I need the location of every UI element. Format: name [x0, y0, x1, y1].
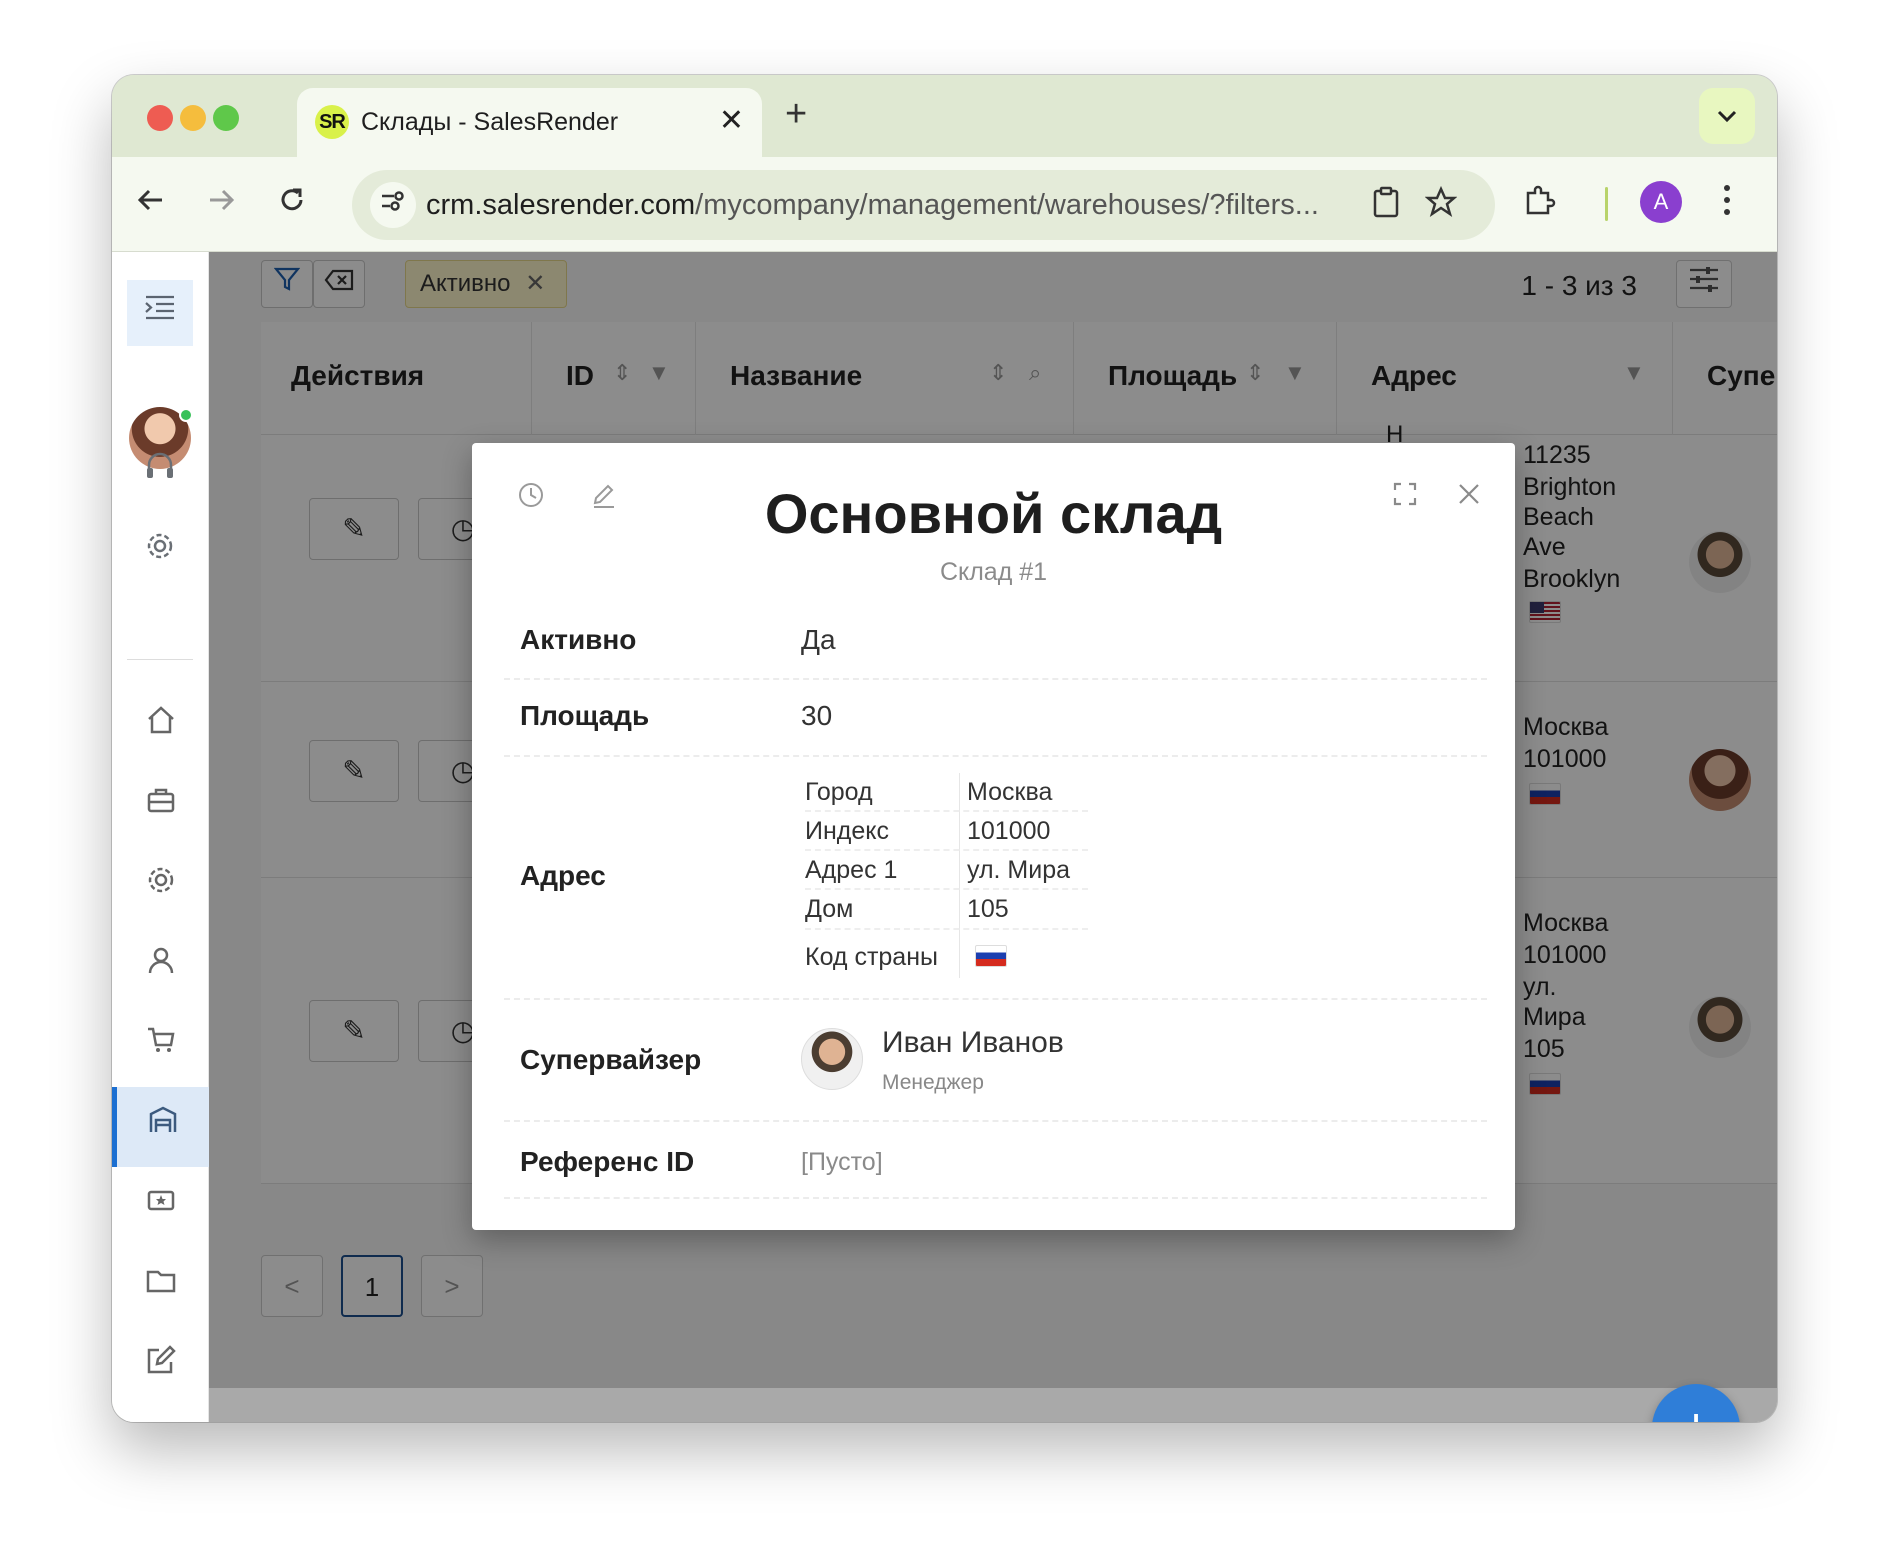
- field-divider: [504, 678, 1487, 680]
- new-tab-button[interactable]: +: [785, 93, 807, 136]
- chevron-down-icon: [1717, 110, 1737, 123]
- back-arrow-icon: [137, 189, 162, 211]
- area-label: Площадь: [520, 700, 650, 731]
- field-divider: [504, 1197, 1487, 1199]
- address-divider: [805, 928, 1088, 930]
- address-bar[interactable]: crm.salesrender.com/mycompany/management…: [352, 170, 1495, 240]
- minimize-window-button[interactable]: [180, 105, 206, 131]
- note-icon: [147, 1345, 176, 1374]
- url-path: /mycompany/management/warehouses/?filter…: [695, 189, 1319, 221]
- address-key-city: Город: [805, 778, 873, 806]
- address-value-line1: ул. Мира: [967, 856, 1071, 884]
- browser-menu-icon[interactable]: [1722, 183, 1732, 225]
- active-label: Активно: [520, 624, 637, 655]
- modal-title: Основной склад: [764, 482, 1223, 545]
- browser-toolbar: crm.salesrender.com/mycompany/management…: [112, 157, 1777, 252]
- sidebar-item-users[interactable]: [112, 927, 209, 1007]
- sidebar-item-settings[interactable]: [112, 847, 209, 927]
- toolbar-separator: [1605, 187, 1608, 221]
- tab-search-button[interactable]: [1699, 88, 1755, 144]
- area-value: 30: [801, 700, 833, 731]
- sidebar-item-notes[interactable]: [112, 1327, 209, 1407]
- address-divider: [805, 849, 1088, 851]
- address-divider: [805, 810, 1088, 812]
- sidebar-item-promotions[interactable]: [112, 1167, 209, 1247]
- background-pattern-strip: [209, 1388, 1777, 1422]
- maximize-window-button[interactable]: [213, 105, 239, 131]
- active-value: Да: [801, 624, 836, 655]
- field-divider: [504, 998, 1487, 1000]
- settings-gear-icon: [148, 867, 173, 893]
- tab-strip: SR Склады - SalesRender ✕ +: [112, 75, 1777, 157]
- online-status-dot: [179, 408, 193, 422]
- salesrender-logo-icon: SR: [315, 105, 349, 139]
- sidebar-item-files[interactable]: [112, 1247, 209, 1327]
- sidebar-item-orders[interactable]: [112, 767, 209, 847]
- browser-tab[interactable]: SR Склады - SalesRender ✕: [297, 88, 762, 157]
- briefcase-icon: [147, 788, 174, 813]
- folder-icon: [146, 1270, 175, 1293]
- address-divider: [805, 888, 1088, 890]
- app-sidebar: [112, 252, 209, 1422]
- address-value-city: Москва: [967, 778, 1053, 806]
- sidebar-item-products[interactable]: [112, 1007, 209, 1087]
- profile-avatar[interactable]: A: [1640, 181, 1682, 223]
- reload-icon: [281, 188, 303, 211]
- address-key-house: Дом: [805, 895, 854, 923]
- extensions-icon[interactable]: [1522, 183, 1556, 225]
- site-settings-icon[interactable]: [370, 182, 416, 228]
- url-text: crm.salesrender.com/mycompany/management…: [426, 189, 1319, 222]
- expand-icon[interactable]: [1392, 481, 1418, 514]
- url-host: crm.salesrender.com: [426, 189, 696, 221]
- back-button[interactable]: [126, 179, 176, 229]
- forward-button[interactable]: [196, 179, 246, 229]
- sidebar-item-warehouses[interactable]: [112, 1087, 209, 1167]
- sidebar-item-home[interactable]: [112, 687, 209, 767]
- support-button[interactable]: [127, 440, 193, 506]
- ticket-icon: [147, 1190, 174, 1211]
- reload-button[interactable]: [267, 179, 317, 229]
- menu-toggle-button[interactable]: [127, 280, 193, 346]
- supervisor-avatar[interactable]: [801, 1028, 863, 1090]
- close-window-button[interactable]: [147, 105, 173, 131]
- home-icon: [147, 706, 174, 734]
- field-divider: [504, 755, 1487, 757]
- clipboard-icon[interactable]: [1372, 186, 1400, 226]
- close-icon[interactable]: [1456, 481, 1482, 514]
- warehouse-icon: [149, 1106, 177, 1132]
- address-value-zip: 101000: [967, 817, 1051, 845]
- screen: SR Склады - SalesRender ✕ + crm.salesren…: [0, 0, 1884, 1566]
- address-key-line1: Адрес 1: [805, 856, 898, 884]
- warehouse-details-modal: Основной склад Склад #1 Активно Да Площа…: [472, 443, 1515, 1230]
- user-icon: [148, 947, 173, 974]
- tab-title: Склады - SalesRender: [361, 108, 619, 136]
- address-value-house: 105: [967, 895, 1009, 923]
- headset-icon: [147, 452, 173, 478]
- menu-icon: [145, 295, 174, 320]
- reference-id-value: [Пусто]: [801, 1148, 883, 1176]
- field-divider: [504, 1120, 1487, 1122]
- supervisor-label: Супервайзер: [520, 1044, 702, 1075]
- supervisor-role: Менеджер: [882, 1071, 984, 1094]
- sidebar-divider: [127, 659, 193, 660]
- address-label: Адрес: [520, 860, 606, 891]
- reference-id-label: Референс ID: [520, 1146, 695, 1177]
- modal-subtitle: Склад #1: [939, 558, 1048, 586]
- address-key-zip: Индекс: [805, 817, 889, 845]
- tab-close-icon[interactable]: ✕: [719, 103, 744, 138]
- gear-icon: [147, 533, 173, 559]
- bookmark-star-icon[interactable]: [1424, 185, 1458, 226]
- ru-flag-icon: [975, 945, 1007, 967]
- cart-icon: [147, 1027, 174, 1052]
- user-settings-button[interactable]: [127, 520, 193, 586]
- address-value-country: [975, 945, 1007, 972]
- address-key-country: Код страны: [805, 943, 938, 971]
- forward-arrow-icon: [210, 189, 235, 211]
- supervisor-name[interactable]: Иван Иванов: [882, 1026, 1064, 1060]
- address-column-separator: [959, 773, 960, 978]
